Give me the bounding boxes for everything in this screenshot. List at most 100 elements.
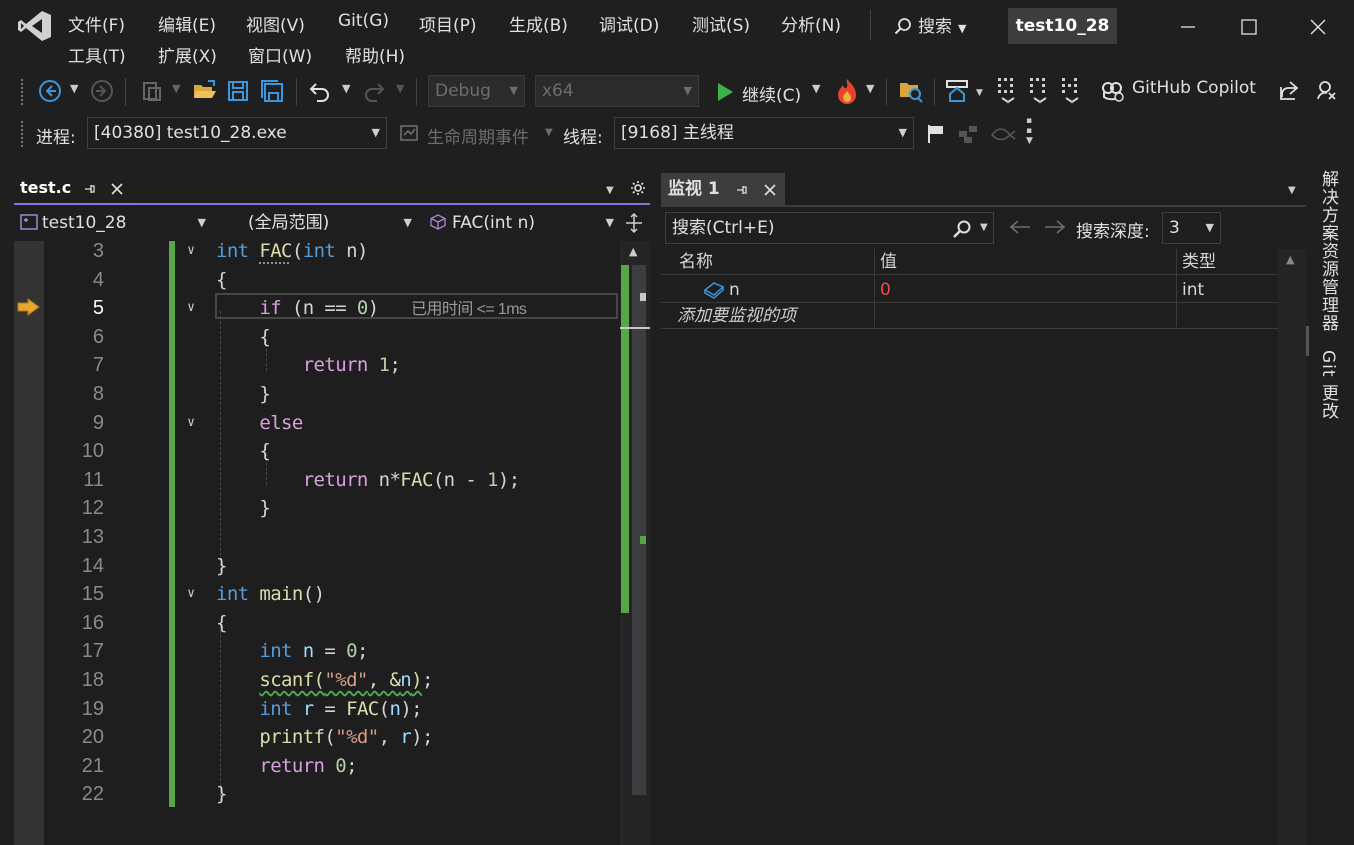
gear-icon[interactable]: [630, 180, 646, 196]
code-line[interactable]: 7 return 1;: [14, 351, 620, 380]
member-navigation-dropdown[interactable]: FAC(int n) ▼: [424, 209, 620, 237]
watch-row[interactable]: n 0 int: [661, 277, 1278, 303]
redo-icon[interactable]: [362, 79, 386, 103]
menu-git[interactable]: Git(G): [338, 11, 389, 31]
search-depth-dropdown[interactable]: 3 ▼: [1162, 212, 1221, 244]
solution-name-badge[interactable]: test10_28: [1008, 8, 1117, 44]
navigate-back-icon[interactable]: [38, 79, 62, 103]
code-text-area[interactable]: 3 ∨ int FAC(int n) 4{ 5 ∨ if (n == 0) 已用时间 …: [14, 241, 620, 845]
navigate-forward-icon[interactable]: [90, 79, 114, 103]
code-line[interactable]: 21 return 0;: [14, 752, 620, 781]
collapse-icon[interactable]: ∨: [179, 580, 203, 609]
new-project-icon[interactable]: [140, 79, 164, 103]
chevron-down-icon[interactable]: ▼: [396, 82, 404, 95]
lifecycle-events-icon[interactable]: [399, 123, 419, 143]
search-next-icon[interactable]: [1044, 219, 1066, 235]
search-button[interactable]: 搜索 ▼: [894, 12, 966, 37]
breakpoint-layout-icon[interactable]: [994, 76, 1022, 106]
pin-icon[interactable]: [84, 183, 96, 195]
code-line-current[interactable]: 5 ∨ if (n == 0) 已用时间 <= 1ms: [14, 294, 620, 323]
tab-list-dropdown-icon[interactable]: ▼: [606, 185, 614, 196]
tab-list-dropdown-icon[interactable]: ▼: [1288, 185, 1296, 196]
code-line[interactable]: 18 scanf("%d", &n);: [14, 666, 620, 695]
solution-explorer-tab[interactable]: 解决方案资源管理器: [1316, 170, 1341, 332]
solution-platform-dropdown[interactable]: x64 ▼: [535, 75, 699, 107]
watch-vertical-scrollbar[interactable]: ▲: [1278, 249, 1306, 845]
code-line[interactable]: 16{: [14, 609, 620, 638]
menu-view[interactable]: 视图(V): [246, 11, 305, 36]
show-flagged-threads-icon[interactable]: [956, 123, 982, 145]
menu-extensions[interactable]: 扩展(X): [158, 42, 217, 67]
chevron-down-icon[interactable]: ▼: [980, 213, 988, 243]
code-line[interactable]: 11 return n*FAC(n - 1);: [14, 466, 620, 495]
hot-reload-icon[interactable]: [834, 77, 860, 105]
maximize-icon[interactable]: [1229, 10, 1269, 44]
menu-window[interactable]: 窗口(W): [248, 42, 312, 67]
column-header-type[interactable]: 类型: [1182, 249, 1216, 275]
chevron-down-icon[interactable]: ▼: [545, 127, 553, 138]
collapse-icon[interactable]: ∨: [179, 241, 203, 266]
code-line[interactable]: 10 {: [14, 437, 620, 466]
close-icon[interactable]: [1298, 10, 1338, 44]
scrollbar-thumb[interactable]: [632, 265, 646, 795]
column-header-name[interactable]: 名称: [679, 249, 713, 275]
watch-search-input[interactable]: 搜索(Ctrl+E) ▼: [665, 212, 994, 244]
code-line[interactable]: 20 printf("%d", r);: [14, 723, 620, 752]
close-tab-icon[interactable]: [763, 183, 777, 197]
scope-navigation-dropdown[interactable]: (全局范围) ▼: [218, 209, 418, 237]
stack-frame-icon[interactable]: [990, 125, 1016, 143]
pane-splitter[interactable]: [650, 173, 661, 845]
minimize-icon[interactable]: [1168, 10, 1208, 44]
toolbar-overflow-icon[interactable]: ▪ ▪ ▼: [1026, 116, 1033, 146]
code-line[interactable]: 13: [14, 523, 620, 552]
collapse-icon[interactable]: ∨: [179, 294, 203, 323]
flag-thread-icon[interactable]: [926, 123, 946, 145]
collapse-icon[interactable]: ∨: [179, 409, 203, 438]
github-copilot-button[interactable]: GitHub Copilot: [1098, 76, 1266, 106]
code-line[interactable]: 6 {: [14, 323, 620, 352]
solution-configuration-dropdown[interactable]: Debug ▼: [428, 75, 525, 107]
tab-watch-1[interactable]: 监视 1: [661, 173, 785, 205]
scroll-up-icon[interactable]: ▲: [629, 245, 637, 258]
search-icon[interactable]: [952, 219, 972, 239]
code-line[interactable]: 14}: [14, 552, 620, 581]
menu-test[interactable]: 测试(S): [692, 11, 750, 36]
chevron-down-icon[interactable]: ▼: [342, 82, 350, 95]
lifecycle-events-label[interactable]: 生命周期事件: [427, 123, 529, 148]
split-window-icon[interactable]: [624, 213, 644, 233]
chevron-down-icon[interactable]: ▼: [172, 82, 180, 95]
menu-help[interactable]: 帮助(H): [345, 42, 405, 67]
chevron-down-icon[interactable]: ▼: [812, 82, 820, 95]
code-line[interactable]: 15 ∨ int main(): [14, 580, 620, 609]
pin-icon[interactable]: [736, 184, 748, 196]
menu-project[interactable]: 项目(P): [419, 11, 477, 36]
share-icon[interactable]: [1278, 79, 1300, 101]
code-line[interactable]: 4{: [14, 266, 620, 295]
process-dropdown[interactable]: [40380] test10_28.exe ▼: [87, 117, 387, 149]
undo-icon[interactable]: [308, 79, 332, 103]
feedback-icon[interactable]: [1315, 79, 1337, 101]
code-line[interactable]: 3 ∨ int FAC(int n): [14, 241, 620, 266]
column-divider[interactable]: [1176, 249, 1177, 327]
close-tab-icon[interactable]: [110, 182, 124, 196]
menu-tools[interactable]: 工具(T): [68, 42, 126, 67]
menu-build[interactable]: 生成(B): [509, 11, 568, 36]
chevron-down-icon[interactable]: ▼: [976, 88, 983, 98]
document-tab-test-c[interactable]: test.c: [14, 173, 134, 205]
scroll-up-icon[interactable]: ▲: [1286, 253, 1294, 266]
menu-edit[interactable]: 编辑(E): [158, 11, 216, 36]
code-line[interactable]: 22}: [14, 780, 620, 809]
watch-item-value[interactable]: 0: [880, 277, 891, 303]
add-watch-row[interactable]: 添加要监视的项: [661, 303, 1278, 329]
code-line[interactable]: 8 }: [14, 380, 620, 409]
menu-analyze[interactable]: 分析(N): [781, 11, 841, 36]
column-divider[interactable]: [874, 249, 875, 327]
thread-dropdown[interactable]: [9168] 主线程 ▼: [614, 117, 914, 149]
debug-location-icon[interactable]: [1026, 76, 1054, 106]
code-line[interactable]: 17 int n = 0;: [14, 637, 620, 666]
menu-debug[interactable]: 调试(D): [599, 11, 659, 36]
save-icon[interactable]: [226, 79, 250, 103]
menu-file[interactable]: 文件(F): [68, 11, 125, 36]
save-all-icon[interactable]: [259, 79, 285, 103]
editor-vertical-scrollbar[interactable]: ▲: [620, 241, 650, 845]
